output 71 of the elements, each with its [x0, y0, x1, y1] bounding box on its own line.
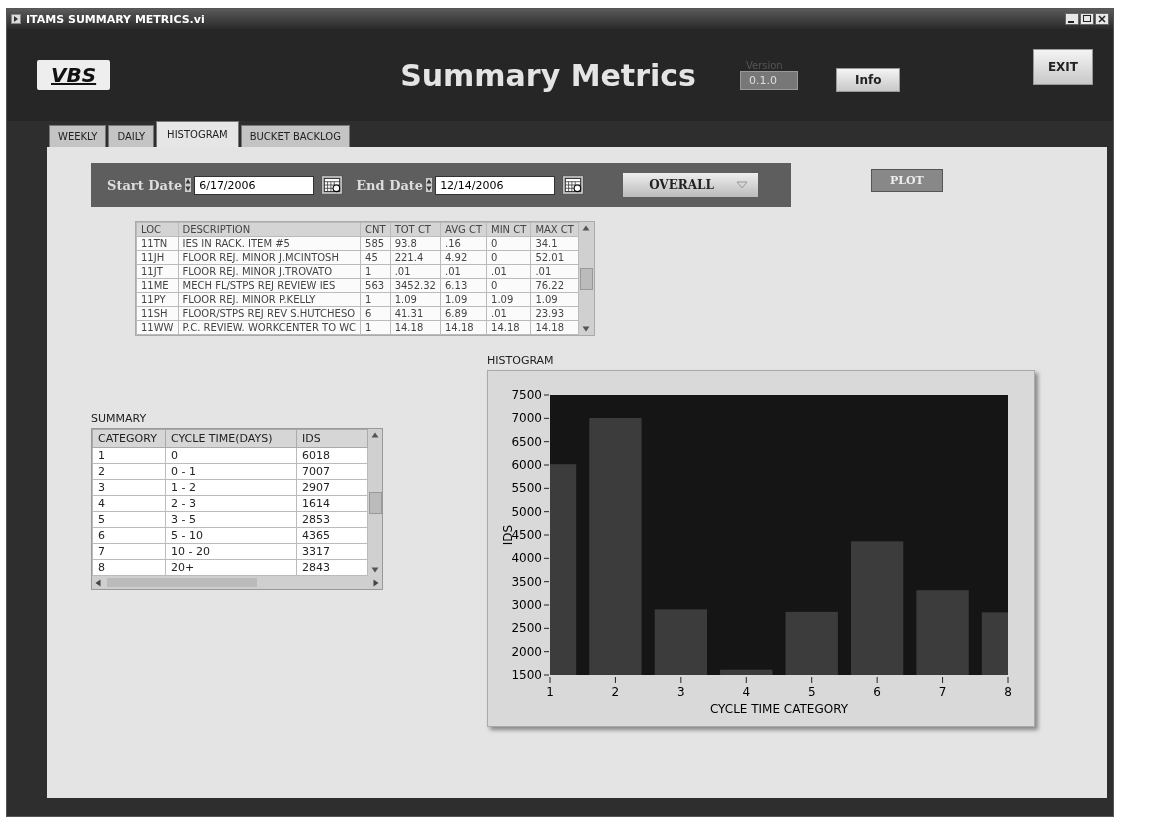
- page-title: Summary Metrics: [400, 57, 696, 93]
- y-tick-label: 5500: [511, 481, 542, 496]
- column-header: MIN CT: [486, 222, 531, 237]
- summary-label: SUMMARY: [91, 412, 148, 425]
- logo: VBS: [37, 60, 111, 90]
- horizontal-scrollbar[interactable]: [92, 576, 382, 589]
- column-header: MAX CT: [530, 222, 579, 237]
- histogram-label: HISTOGRAM: [487, 354, 555, 367]
- y-tick-label: 6500: [511, 434, 542, 449]
- spinner-icon[interactable]: [185, 178, 192, 192]
- caret-icon: [736, 181, 748, 189]
- close-icon[interactable]: [1095, 13, 1109, 25]
- x-tick-label: 5: [807, 685, 816, 699]
- tab[interactable]: BUCKET BACKLOG: [240, 125, 350, 147]
- spinner-icon[interactable]: [426, 178, 433, 192]
- scroll-thumb[interactable]: [579, 267, 593, 290]
- x-tick-label: 6: [873, 685, 881, 699]
- end-date-field[interactable]: 12/14/2006: [435, 175, 556, 195]
- minimize-icon[interactable]: [1065, 13, 1079, 25]
- start-date-field[interactable]: 6/17/2006: [194, 175, 315, 195]
- x-tick-label: 7: [938, 685, 947, 699]
- column-header: CYCLE TIME(DAYS): [165, 429, 297, 448]
- x-tick-label: 4: [742, 685, 751, 699]
- y-tick-label: 2000: [511, 644, 542, 659]
- y-tick-label: 4000: [511, 551, 542, 566]
- scroll-left-icon[interactable]: [95, 578, 101, 587]
- window-title: ITAMS SUMMARY METRICS.vi: [26, 12, 205, 26]
- y-tick-label: 6000: [511, 458, 542, 472]
- y-tick-label: 7500: [511, 388, 542, 402]
- tab[interactable]: DAILY: [108, 125, 155, 147]
- histogram-bar: [785, 611, 838, 675]
- calendar-icon[interactable]: [321, 175, 344, 195]
- scroll-thumb[interactable]: [368, 491, 382, 514]
- scroll-right-icon[interactable]: [373, 578, 379, 587]
- column-header: TOT CT: [390, 222, 441, 237]
- column-header: IDS: [296, 429, 368, 448]
- end-date-label: End Date: [356, 177, 424, 193]
- vertical-scrollbar[interactable]: [368, 429, 382, 576]
- start-date-label: Start Date: [107, 177, 183, 193]
- y-tick-label: 2500: [511, 621, 542, 636]
- column-header: AVG CT: [440, 222, 487, 237]
- x-tick-label: 2: [611, 685, 620, 699]
- exit-button[interactable]: EXIT: [1032, 49, 1093, 85]
- maximize-icon[interactable]: [1080, 13, 1094, 25]
- version-field: 0.1.0: [739, 71, 798, 90]
- column-header: CATEGORY: [92, 429, 166, 448]
- column-header: CNT: [360, 222, 391, 237]
- info-button[interactable]: Info: [835, 68, 901, 92]
- y-tick-label: 7000: [511, 411, 542, 426]
- y-tick-label: 3000: [511, 598, 542, 612]
- column-header: DESCRIPTION: [178, 222, 361, 237]
- mode-dropdown[interactable]: OVERALL: [623, 173, 758, 197]
- histogram-bar: [981, 612, 1008, 675]
- x-tick-label: 8: [1004, 685, 1012, 699]
- tab[interactable]: HISTOGRAM: [156, 121, 239, 147]
- histogram-bar: [654, 609, 708, 675]
- calendar-icon[interactable]: [562, 175, 585, 195]
- scroll-down-icon[interactable]: [371, 567, 379, 573]
- histogram-bar: [720, 669, 773, 675]
- y-tick-label: 5000: [511, 504, 542, 519]
- tab[interactable]: WEEKLY: [49, 125, 107, 147]
- y-tick-label: 1500: [511, 668, 542, 682]
- x-tick-label: 1: [546, 685, 554, 699]
- y-tick-label: 3500: [511, 574, 542, 589]
- app-icon: [11, 14, 21, 24]
- x-tick-label: 3: [677, 685, 685, 699]
- scroll-up-icon[interactable]: [371, 432, 379, 438]
- scroll-down-icon[interactable]: [582, 326, 591, 332]
- x-axis-title: CYCLE TIME CATEGORY: [709, 702, 849, 716]
- column-header: LOC: [136, 222, 178, 237]
- scroll-up-icon[interactable]: [582, 225, 591, 231]
